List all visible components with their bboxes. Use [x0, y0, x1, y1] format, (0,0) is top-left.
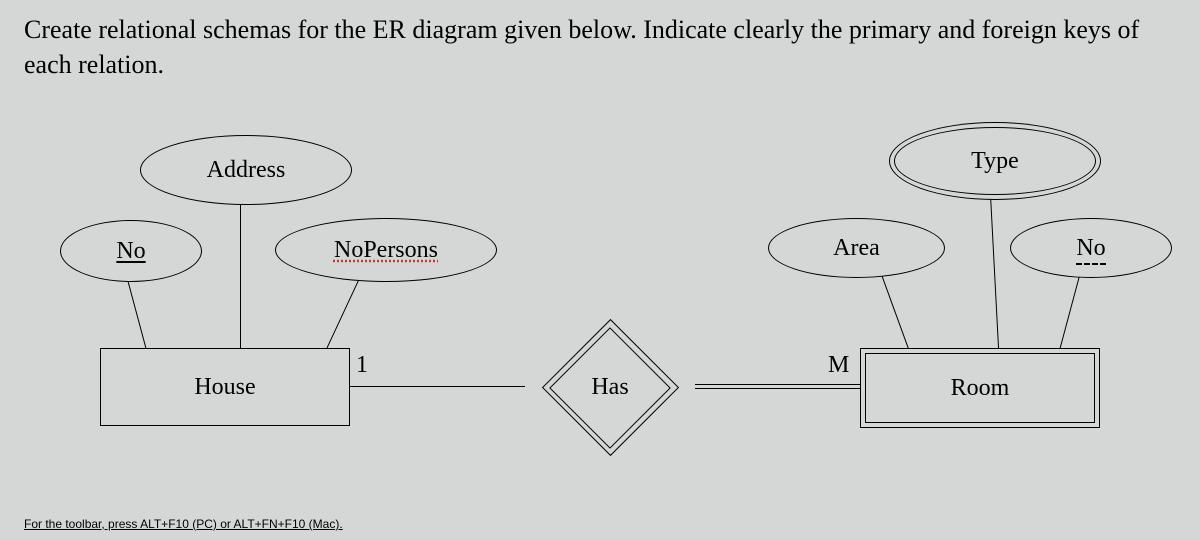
attr-house-nopersons: NoPersons: [275, 218, 497, 282]
relationship-label: Has: [591, 374, 628, 401]
cardinality-left: 1: [356, 352, 368, 379]
line-area-room: [880, 272, 910, 352]
line-no-house: [125, 272, 148, 354]
attr-house-address: Address: [140, 135, 352, 205]
er-canvas: No Address NoPersons Area Type No House …: [0, 0, 1200, 539]
entity-label: House: [194, 374, 255, 401]
attr-room-no: No: [1010, 218, 1172, 278]
entity-label: Room: [951, 375, 1010, 402]
line-nopersons-house: [322, 276, 361, 358]
attr-label: Area: [833, 235, 880, 262]
line-type-room: [990, 195, 999, 350]
entity-room: Room: [860, 348, 1100, 428]
attr-label: Type: [971, 148, 1019, 175]
attr-label: Address: [207, 157, 286, 184]
attr-room-type: Type: [895, 128, 1095, 194]
cardinality-right: M: [828, 352, 849, 379]
relationship-has: Has: [495, 320, 725, 455]
attr-label: No: [1076, 235, 1105, 262]
partial-key-text: No: [1076, 235, 1105, 265]
entity-house: House: [100, 348, 350, 426]
toolbar-hint: For the toolbar, press ALT+F10 (PC) or A…: [24, 517, 343, 531]
attr-label: NoPersons: [334, 237, 438, 264]
attr-label: No: [116, 238, 145, 265]
line-address-house: [240, 200, 241, 350]
attr-room-area: Area: [768, 218, 945, 278]
attr-house-no: No: [60, 220, 202, 282]
line-no-room: [1058, 272, 1081, 354]
